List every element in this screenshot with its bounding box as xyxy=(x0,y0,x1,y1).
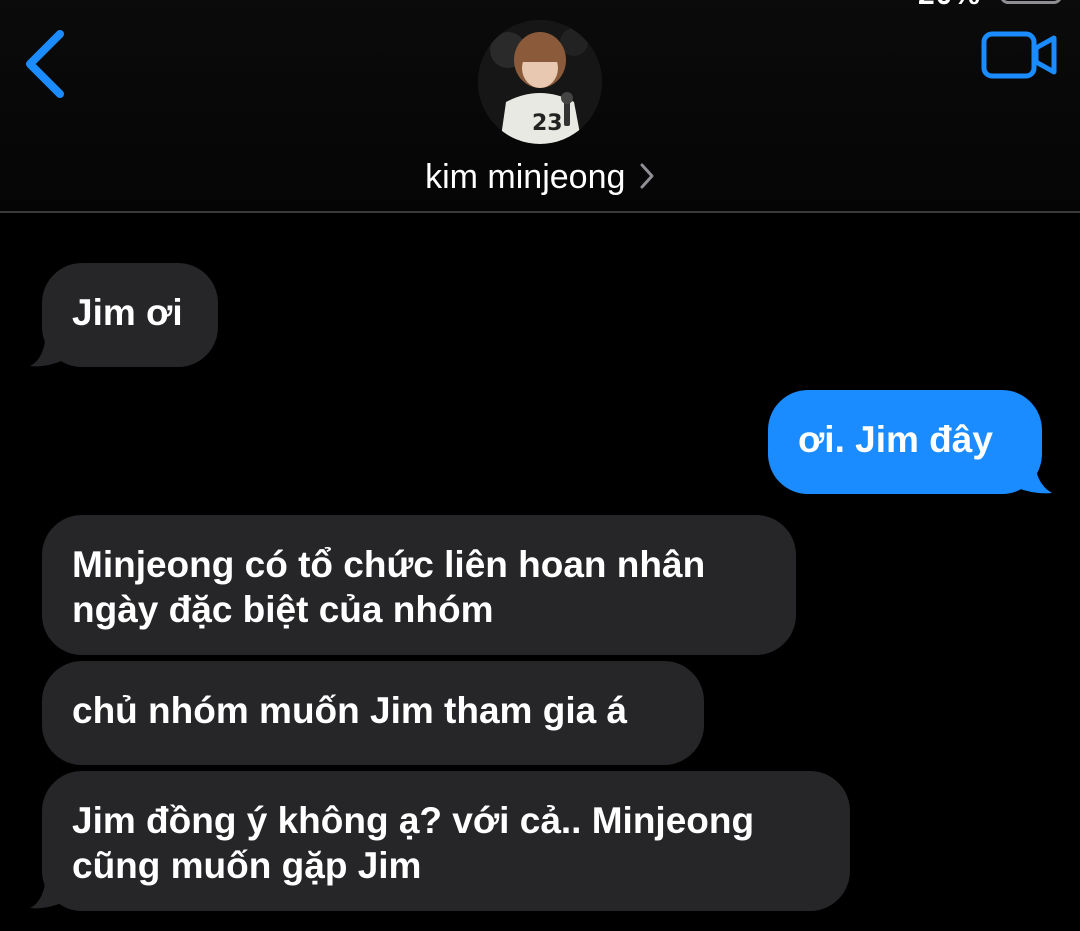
message-text: ơi. Jim đây xyxy=(798,419,993,460)
header-divider xyxy=(0,211,1080,213)
message-bubble-incoming[interactable]: chủ nhóm muốn Jim tham gia á xyxy=(42,661,704,765)
message-text-line: ngày đặc biệt của nhóm xyxy=(72,589,494,630)
message-bubble-outgoing[interactable]: ơi. Jim đây xyxy=(768,390,1042,494)
svg-text:23: 23 xyxy=(532,111,563,136)
back-button[interactable] xyxy=(18,28,78,100)
battery-icon xyxy=(1000,0,1062,4)
chevron-right-icon xyxy=(640,163,654,189)
battery-percent: 20% xyxy=(918,0,981,12)
message-bubble-incoming[interactable]: Jim ơi xyxy=(42,263,218,367)
message-text: Jim ơi xyxy=(72,292,183,333)
chevron-left-icon xyxy=(26,30,64,98)
contact-name-button[interactable]: kim minjeong xyxy=(0,158,1080,197)
avatar[interactable]: 23 xyxy=(478,20,602,144)
video-camera-icon xyxy=(981,31,1057,79)
message-bubble-incoming[interactable]: Jim đồng ý không ạ? với cả.. Minjeong cũ… xyxy=(42,771,850,911)
video-call-button[interactable] xyxy=(980,30,1060,82)
message-bubble-incoming[interactable]: Minjeong có tổ chức liên hoan nhân ngày … xyxy=(42,515,796,655)
message-text-line: Jim đồng ý không ạ? với cả.. Minjeong xyxy=(72,800,755,841)
message-text-line: cũng muốn gặp Jim xyxy=(72,845,422,886)
message-text: chủ nhóm muốn Jim tham gia á xyxy=(72,690,628,731)
contact-name: kim minjeong xyxy=(425,158,626,196)
message-text-line: Minjeong có tổ chức liên hoan nhân xyxy=(72,544,706,585)
avatar-photo: 23 xyxy=(478,20,602,144)
